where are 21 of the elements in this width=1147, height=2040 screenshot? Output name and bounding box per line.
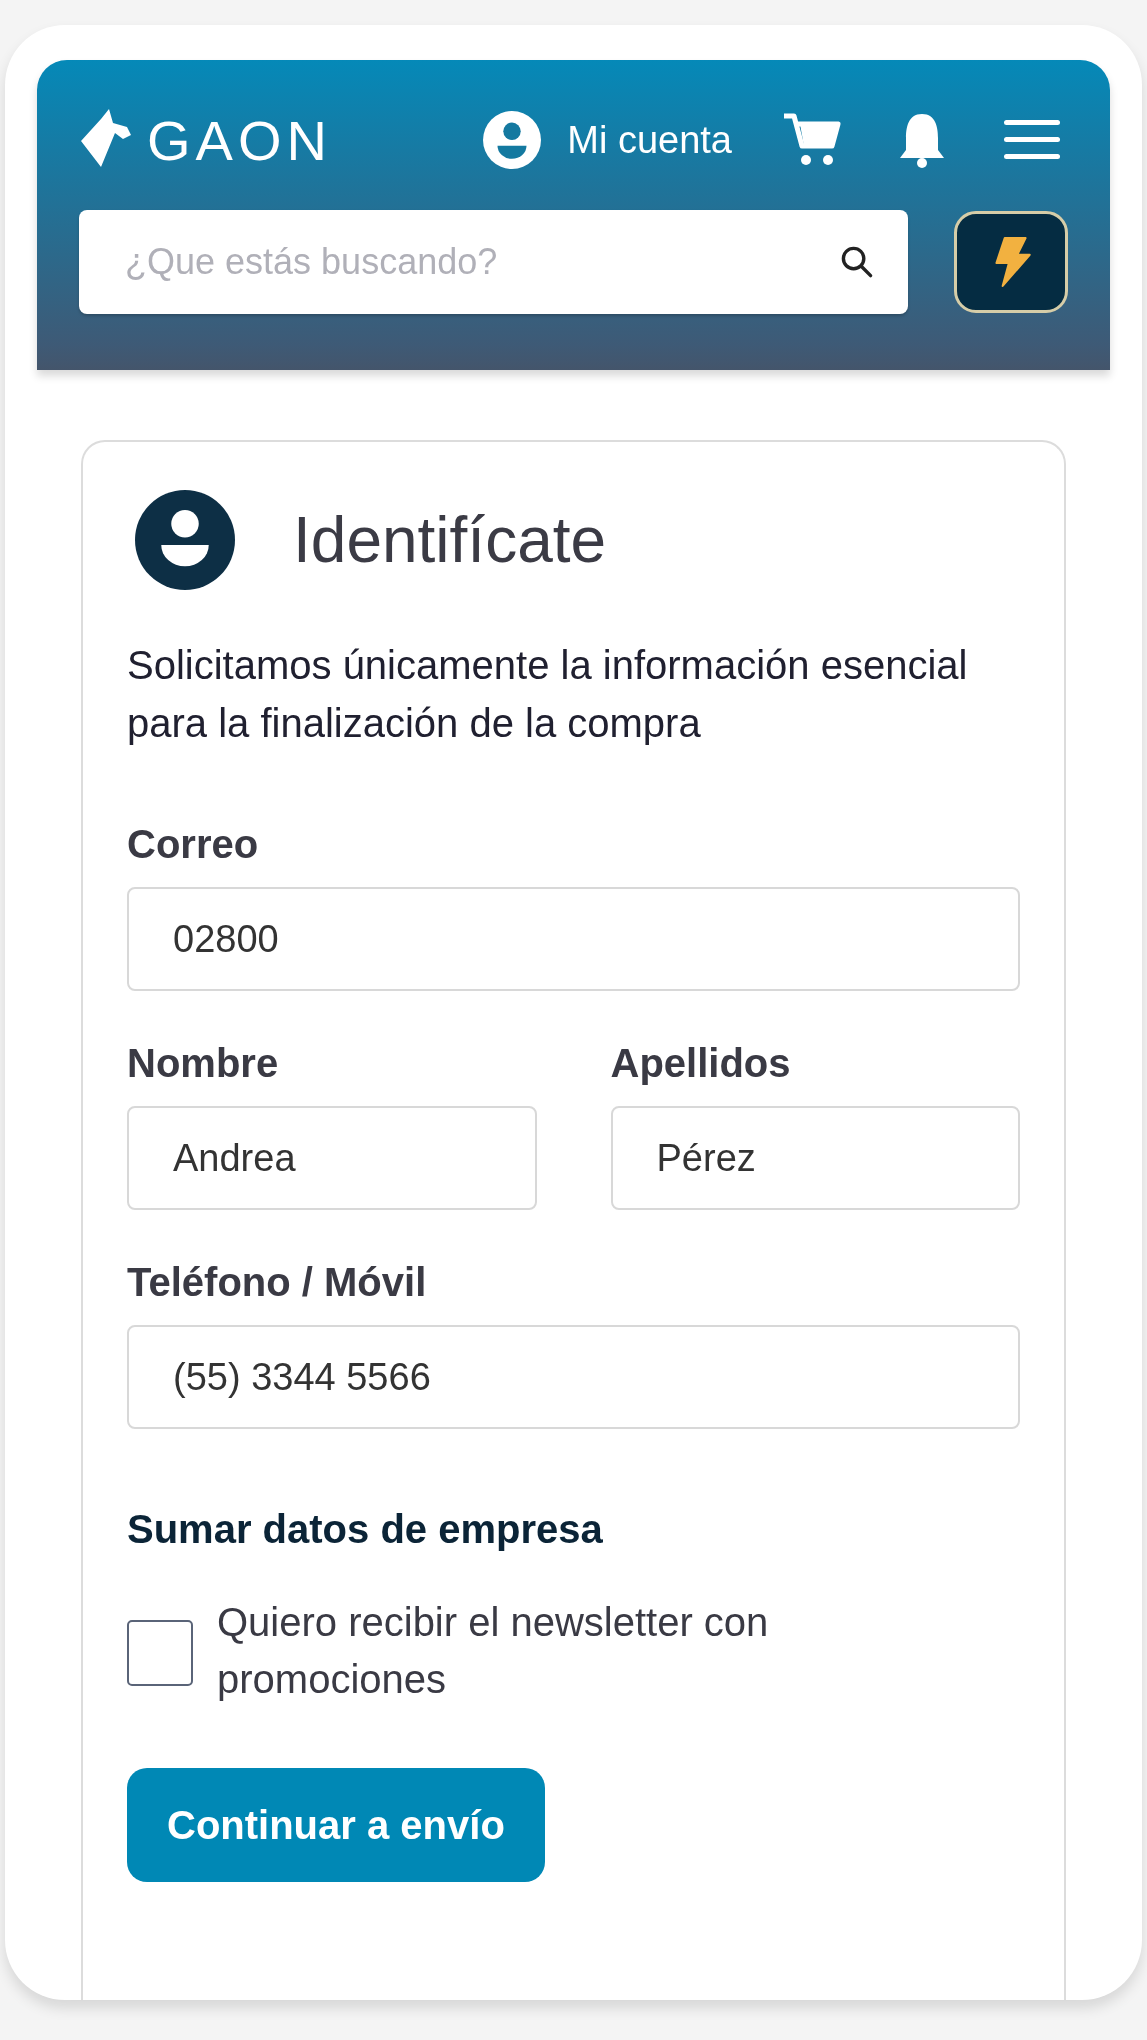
section-heading[interactable]: Sumar datos de empresa — [127, 1507, 1020, 1552]
user-icon — [483, 111, 542, 169]
continue-button[interactable]: Continuar a envío — [127, 1768, 545, 1882]
account-link[interactable]: Mi cuenta — [483, 111, 732, 169]
search-field[interactable]: ¿Que estás buscando? — [79, 210, 908, 314]
field-label: Correo — [127, 822, 260, 867]
field-label: Apellidos — [610, 1041, 792, 1086]
field-label: Nombre — [127, 1041, 280, 1086]
logo-text[interactable]: GAON — [147, 107, 332, 173]
field-label: Teléfono / Móvil — [127, 1260, 428, 1305]
input-field[interactable]: Andrea — [127, 1106, 537, 1210]
card-title: Identifícate — [293, 503, 607, 577]
lightning-button[interactable] — [954, 211, 1068, 313]
input-field[interactable]: (55) 3344 5566 — [127, 1325, 1020, 1429]
description-text: Solicitamos únicamente la información esencial para la finalización de la compra — [127, 642, 969, 747]
checkbox[interactable] — [127, 1620, 193, 1686]
input-field[interactable]: 02800 — [127, 887, 1020, 991]
input-field[interactable]: Pérez — [610, 1106, 1020, 1210]
user-icon — [135, 490, 235, 590]
search-icon[interactable] — [840, 245, 874, 279]
checkbox-label[interactable]: Quiero recibir el newsletter con promociones — [217, 1594, 917, 1708]
